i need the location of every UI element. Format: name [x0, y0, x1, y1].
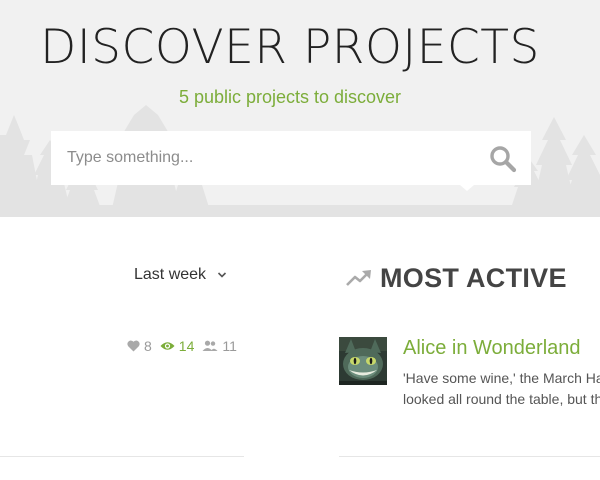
project-stats: 8 14 11 — [127, 337, 245, 355]
page-title: DISCOVER PROJECTS — [40, 20, 540, 75]
chevron-down-icon — [217, 272, 226, 278]
project-card: Alice in Wonderland 'Have some wine,' th… — [339, 336, 600, 416]
views-count: 14 — [178, 338, 195, 354]
eye-icon — [160, 342, 175, 350]
members-stat: 11 — [202, 338, 237, 354]
project-excerpt-line-1: 'Have some wine,' the March Hare said in… — [403, 370, 600, 386]
search-icon[interactable] — [489, 145, 517, 173]
likes-count: 8 — [144, 338, 152, 354]
project-excerpt: 'Have some wine,' the March Hare said in… — [403, 368, 600, 410]
views-stat: 14 — [160, 338, 195, 354]
members-count: 11 — [222, 338, 237, 354]
trending-up-icon — [346, 270, 371, 286]
search-bar — [51, 131, 531, 185]
period-filter-label: Last week — [134, 266, 207, 283]
divider — [339, 456, 600, 457]
search-pointer — [460, 185, 474, 191]
likes-stat: 8 — [127, 338, 152, 354]
hero-banner: DISCOVER PROJECTS 5 public projects to d… — [0, 0, 600, 217]
divider — [0, 456, 244, 457]
section-title: MOST ACTIVE — [380, 262, 567, 293]
people-icon — [202, 340, 218, 351]
project-title-link[interactable]: Alice in Wonderland — [403, 336, 581, 360]
search-input[interactable] — [51, 131, 471, 185]
project-excerpt-line-2: looked all round the table, but there wa… — [403, 391, 600, 407]
heart-icon — [127, 340, 140, 352]
period-filter-dropdown[interactable]: Last week — [134, 266, 227, 288]
project-thumbnail[interactable] — [339, 337, 387, 385]
section-header: MOST ACTIVE — [346, 258, 567, 298]
page-subtitle: 5 public projects to discover — [178, 87, 402, 107]
